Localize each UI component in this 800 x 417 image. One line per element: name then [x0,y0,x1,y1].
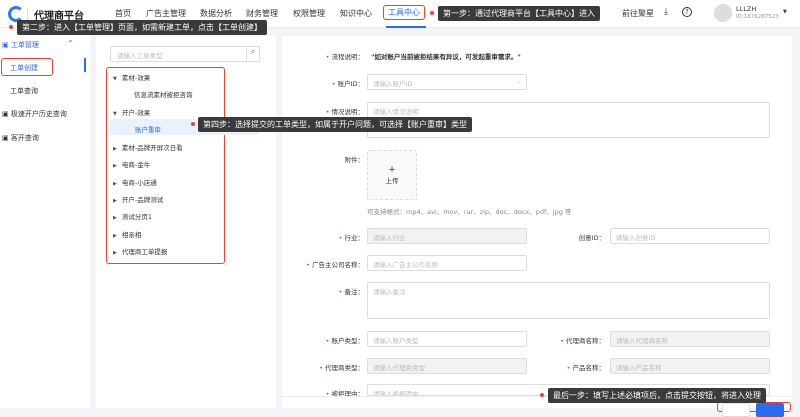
ticket-icon: ▣ [2,41,11,49]
nav-tools[interactable]: 工具中心 [383,5,425,20]
account-type-label: • 账户类型： [325,337,364,345]
nav-permission[interactable]: 权限管理 [293,8,325,19]
agent-name-input[interactable]: 请输入代理商名称 [610,331,770,347]
agent-type-label: • 代理商类型： [319,364,364,372]
marker-dot [9,25,13,29]
sidebar-item-create[interactable]: 工单创建 [10,63,38,73]
tree-node[interactable]: ▶ 测试分页1 [113,211,152,221]
chevron-up-icon[interactable]: ^ [68,40,73,47]
creative-id-input[interactable]: 请输入创意ID [610,228,770,244]
plus-icon: + [388,165,396,175]
cancel-button[interactable] [722,403,750,417]
tree-node[interactable]: ▶ 开户-品牌测试 [113,194,163,204]
tree-leaf-selected[interactable]: 账户重审 [135,124,161,134]
sidebar-item-fast-open[interactable]: ▣ 极速开户历史查询 [2,109,67,119]
sidebar: ▣ 工单管理 ^ 工单创建 工单查询 ▣ 极速开户历史查询 ▣ 客开查询 [0,28,90,408]
agent-type-input[interactable]: 请输入代理商类型 [367,358,527,374]
format-hint: 可支持格式：mp4、avi、mov、rar、zip、doc、docx、pdf、j… [367,208,572,216]
upload-button[interactable]: + 上传 [367,150,417,200]
divider [27,8,28,20]
user-id: ID:1876287523 [736,14,779,20]
flow-label: • 流程说明： [325,53,364,61]
chevron-down-icon: ⌄ [517,78,523,85]
nav-finance[interactable]: 财务管理 [246,8,278,19]
remark-textarea[interactable]: 请输入备注 [367,282,770,319]
sidebar-item-query[interactable]: 工单查询 [10,86,38,96]
nav-advertiser[interactable]: 广告主管理 [146,8,186,19]
tooltip-last-step: 最后一步：填写上述必填项后，点击提交按钮，将进入处理 [548,388,766,403]
ticket-form: • 流程说明： "如对账户当前被拒结果有异议，可发起重审需求。" • 账户ID： 请… [282,36,792,417]
marker-dot [191,122,195,126]
industry-label: • 行业： [338,234,364,242]
ticket-type-tree: 请输入工单类型 ⌕ ▼ 素材-效果 信息流素材被拒咨询 ▼ 开户-效果 账户重审 ▶… [96,36,276,408]
industry-input[interactable]: 请输入行业 [367,228,527,244]
tree-node[interactable]: ▶ 电商-金牛 [113,159,150,169]
situation-label: • 情况说明： [325,108,364,116]
tree-node[interactable]: ▼ 开户-效果 [113,107,150,117]
tooltip-step1: 第一步：通过代理商平台【工具中心】进入 [438,6,600,21]
attach-label: 附件： [344,156,365,164]
nav-home[interactable]: 首页 [115,8,131,19]
account-id-select[interactable]: 请输入账户ID [367,74,527,90]
chevron-down-icon[interactable]: ▼ [783,9,787,15]
client-icon: ▣ [2,134,11,142]
tooltip-step2: 第二步：进入【工单管理】页面，如需新建工单，点击【工单创建】 [17,20,267,35]
history-icon: ▣ [2,110,11,118]
nav-knowledge[interactable]: 知识中心 [340,8,372,19]
avatar[interactable] [714,4,732,22]
remark-label: • 备注： [338,288,364,296]
product-label: • 产品名称： [566,364,605,372]
nav-analytics[interactable]: 数据分析 [200,8,232,19]
sidebar-item-client[interactable]: ▣ 客开查询 [2,133,39,143]
tree-node[interactable]: ▼ 素材-效果 [113,72,150,82]
account-type-input[interactable]: 请输入账户类型 [367,331,527,347]
sidebar-group-ticket[interactable]: ▣ 工单管理 [2,40,39,50]
marker-dot [430,11,434,15]
company-label: • 广告主公司名称： [306,261,364,269]
tree-node[interactable]: ▶ 相亲相 [113,229,141,239]
tree-node[interactable]: ▶ 代理商工单提报 [113,246,167,256]
agent-name-label: • 代理商名称： [560,337,605,345]
account-id-label: • 账户ID： [331,80,364,88]
download-icon[interactable]: ⤓ [664,7,668,17]
tree-node[interactable]: ▶ 素材-品牌开屏次日看 [113,142,183,152]
creative-id-label: 创意ID： [578,234,605,242]
active-indicator [386,26,426,28]
user-name: LLLZH [736,5,757,13]
product-input[interactable]: 请输入产品名称 [610,358,770,374]
help-icon[interactable]: ? [682,7,692,17]
marker-dot [540,393,544,397]
submit-button[interactable] [756,403,784,417]
search-icon[interactable]: ⌕ [246,46,260,62]
company-input[interactable]: 请输入广告主公司名称 [367,255,527,271]
tooltip-step4: 第四步：选择提交的工单类型，如属于开户问题，可选择【账户重审】类型 [198,117,472,132]
ticket-type-search-input[interactable]: 请输入工单类型 [110,46,260,62]
tree-node[interactable]: ▶ 电商-小店通 [113,177,157,187]
goto-juxing-link[interactable]: 前往聚星 [622,8,654,19]
tree-leaf[interactable]: 信息流素材被拒咨询 [134,89,193,99]
flow-text: "如对账户当前被拒结果有异议，可发起重审需求。" [371,53,521,61]
active-bar [84,58,86,72]
